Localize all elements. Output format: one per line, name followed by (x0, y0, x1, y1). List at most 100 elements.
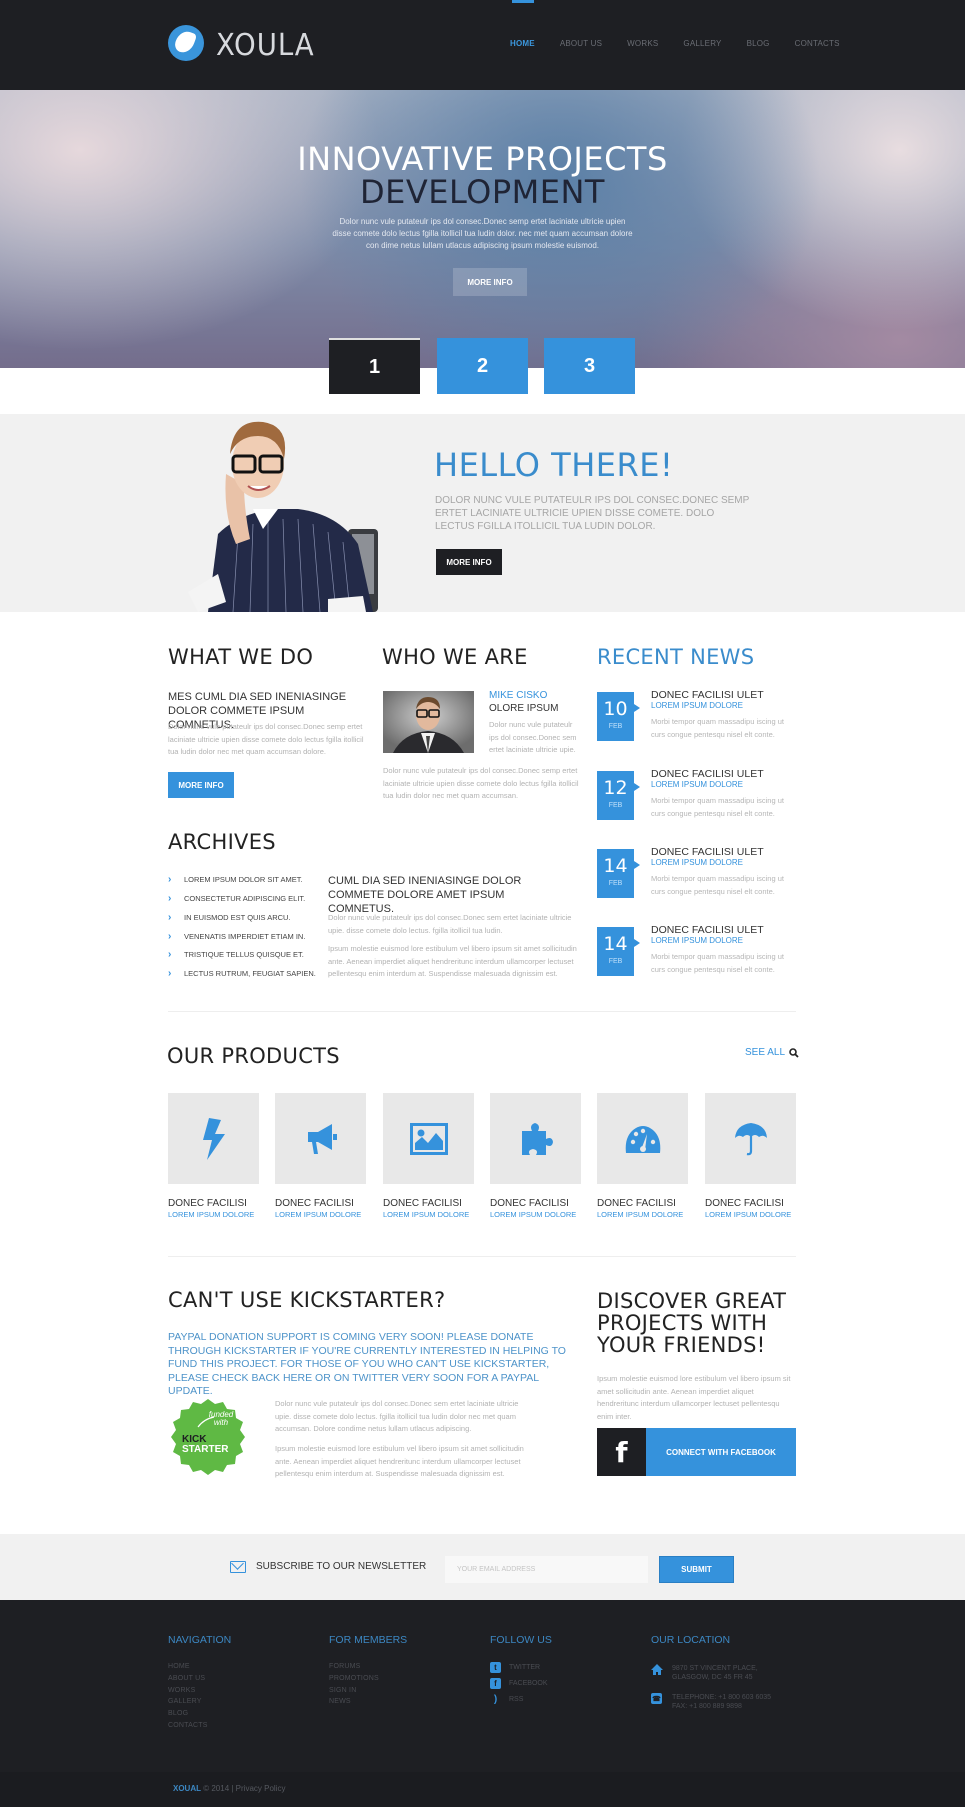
chevron-right-icon: › (168, 968, 172, 979)
umbrella-icon (734, 1122, 767, 1155)
product-subtitle: LOREM IPSUM DOLORE (168, 1210, 255, 1219)
slide-tab-2[interactable]: 2 (437, 338, 528, 394)
footer-nav-link[interactable]: HOME (168, 1663, 190, 1670)
archive-link[interactable]: › IN EUISMOD EST QUIS ARCU. (168, 912, 291, 923)
footer-location-title: OUR LOCATION (651, 1634, 731, 1646)
nav-blog[interactable]: BLOG (747, 39, 770, 48)
product-card[interactable]: DONEC FACILISI LOREM IPSUM DOLORE (597, 1093, 688, 1219)
main-nav: HOME ABOUT US WORKS GALLERY BLOG CONTACT… (510, 39, 865, 48)
slide-tab-1[interactable]: 1 (329, 338, 420, 394)
facebook-icon: f (597, 1428, 646, 1476)
news-item[interactable]: 10 FEB DONEC FACILISI ULET LOREM IPSUM DO… (597, 689, 797, 762)
archive-link[interactable]: › TRISTIQUE TELLUS QUISQUE ET. (168, 949, 304, 960)
news-date-badge: 14 FEB (597, 927, 640, 976)
news-date-badge: 14 FEB (597, 849, 640, 898)
footer-twitter-link[interactable]: t TWITTER (490, 1662, 540, 1673)
email-input[interactable] (445, 1556, 648, 1583)
discover-text: Ipsum molestie euismod lore estibulum ve… (597, 1374, 791, 1421)
what-we-do-more-info-button[interactable]: MORE INFO (168, 772, 234, 798)
nav-works[interactable]: WORKS (627, 39, 658, 48)
news-item[interactable]: 12 FEB DONEC FACILISI ULET LOREM IPSUM DO… (597, 768, 797, 841)
section-divider (168, 1256, 796, 1257)
news-item[interactable]: 14 FEB DONEC FACILISI ULET LOREM IPSUM DO… (597, 846, 797, 919)
archive-link[interactable]: › LECTUS RUTRUM, FEUGIAT SAPIEN. (168, 968, 316, 979)
copyright-bar: XOUAL © 2014 | Privacy Policy (0, 1772, 965, 1807)
site-header: XOULA HOME ABOUT US WORKS GALLERY BLOG C… (0, 0, 965, 90)
news-title[interactable]: DONEC FACILISI ULET (651, 689, 764, 701)
puzzle-icon (521, 1122, 553, 1155)
search-icon (789, 1047, 799, 1058)
news-title[interactable]: DONEC FACILISI ULET (651, 768, 764, 780)
product-card[interactable]: DONEC FACILISI LOREM IPSUM DOLORE (490, 1093, 581, 1219)
nav-gallery[interactable]: GALLERY (683, 39, 721, 48)
footer-members-link[interactable]: FORUMS (329, 1663, 361, 1670)
footer-nav-link[interactable]: BLOG (168, 1710, 188, 1717)
kickstarter-badge[interactable]: funded with KICK STARTER (168, 1397, 248, 1477)
archive-link[interactable]: › CONSECTETUR ADIPISCING ELIT. (168, 893, 305, 904)
kickstarter-text-1: Dolor nunc vule putateulr ips dol consec… (275, 1399, 519, 1433)
team-member-name[interactable]: MIKE CISKO (489, 690, 547, 701)
logo-icon[interactable] (168, 25, 204, 61)
product-card[interactable]: DONEC FACILISI LOREM IPSUM DOLORE (275, 1093, 366, 1219)
product-card[interactable]: DONEC FACILISI LOREM IPSUM DOLORE (168, 1093, 259, 1219)
product-name: DONEC FACILISI (275, 1198, 354, 1209)
who-we-are-title: WHO WE ARE (382, 645, 528, 669)
badge-starter: STARTER (182, 1444, 229, 1455)
product-card[interactable]: DONEC FACILISI LOREM IPSUM DOLORE (383, 1093, 474, 1219)
active-nav-marker (512, 0, 534, 3)
archive-link[interactable]: › LOREM IPSUM DOLOR SIT AMET. (168, 874, 303, 885)
product-subtitle: LOREM IPSUM DOLORE (383, 1210, 470, 1219)
connect-facebook-button[interactable]: f CONNECT WITH FACEBOOK (597, 1428, 796, 1476)
see-all-link[interactable]: SEE ALL (745, 1047, 799, 1058)
team-member-short-text: Dolor nunc vule putateulr ips dol consec… (489, 720, 577, 754)
news-subtitle[interactable]: LOREM IPSUM DOLORE (651, 858, 743, 867)
woman-photo (188, 421, 378, 612)
archive-link[interactable]: › VENENATIS IMPERDIET ETIAM IN. (168, 931, 305, 942)
news-subtitle[interactable]: LOREM IPSUM DOLORE (651, 780, 743, 789)
news-item[interactable]: 14 FEB DONEC FACILISI ULET LOREM IPSUM DO… (597, 924, 797, 997)
kickstarter-title: CAN'T USE KICKSTARTER? (168, 1288, 446, 1312)
nav-about-us[interactable]: ABOUT US (560, 39, 602, 48)
rss-icon: ) (493, 1694, 498, 1705)
news-title[interactable]: DONEC FACILISI ULET (651, 924, 764, 936)
nav-contacts[interactable]: CONTACTS (795, 39, 840, 48)
copyright-notice[interactable]: © 2014 | Privacy Policy (203, 1784, 285, 1793)
footer-members-link[interactable]: SIGN IN (329, 1687, 356, 1694)
hello-section: HELLO THERE! DOLOR NUNC VULE PUTATEULR I… (0, 414, 965, 612)
footer-members-link[interactable]: NEWS (329, 1698, 351, 1705)
archives-text-1: Dolor nunc vule putateulr ips dol consec… (328, 913, 572, 935)
product-name: DONEC FACILISI (490, 1198, 569, 1209)
footer-members-link[interactable]: PROMOTIONS (329, 1675, 379, 1682)
footer-rss-link[interactable]: ) RSS (490, 1694, 524, 1705)
footer-members-title: FOR MEMBERS (329, 1634, 408, 1646)
product-name: DONEC FACILISI (383, 1198, 462, 1209)
news-text: Morbi tempor quam massadipu iscing ut cu… (651, 717, 784, 739)
news-text: Morbi tempor quam massadipu iscing ut cu… (651, 952, 784, 974)
footer-nav-link[interactable]: CONTACTS (168, 1722, 208, 1729)
footer-nav-link[interactable]: ABOUT US (168, 1675, 205, 1682)
news-date-badge: 12 FEB (597, 771, 640, 820)
badge-funded-with: funded with (208, 1410, 234, 1427)
copyright-brand[interactable]: XOUAL (173, 1784, 201, 1793)
news-subtitle[interactable]: LOREM IPSUM DOLORE (651, 701, 743, 710)
logo-text[interactable]: XOULA (216, 28, 315, 63)
hello-more-info-button[interactable]: MORE INFO (436, 549, 502, 575)
picture-icon (409, 1122, 448, 1155)
products-title: OUR PRODUCTS (167, 1044, 340, 1068)
submit-button[interactable]: SUBMIT (659, 1556, 734, 1583)
product-card[interactable]: DONEC FACILISI LOREM IPSUM DOLORE (705, 1093, 796, 1219)
section-divider (168, 1011, 796, 1012)
who-we-are-text: Dolor nunc vule putateulr ips dol consec… (383, 766, 579, 800)
slide-tab-3[interactable]: 3 (544, 338, 635, 394)
footer-facebook-link[interactable]: f FACEBOOK (490, 1678, 548, 1689)
chevron-right-icon: › (168, 931, 172, 942)
footer-nav-link[interactable]: GALLERY (168, 1698, 202, 1705)
nav-home[interactable]: HOME (510, 39, 535, 48)
discover-title: DISCOVER GREAT PROJECTS WITH YOUR FRIEND… (597, 1289, 787, 1357)
phone-icon: ☎ (651, 1693, 662, 1704)
news-subtitle[interactable]: LOREM IPSUM DOLORE (651, 936, 743, 945)
footer-nav-title: NAVIGATION (168, 1634, 232, 1646)
news-title[interactable]: DONEC FACILISI ULET (651, 846, 764, 858)
footer-nav-link[interactable]: WORKS (168, 1687, 195, 1694)
hero-more-info-button[interactable]: MORE INFO (453, 268, 527, 296)
